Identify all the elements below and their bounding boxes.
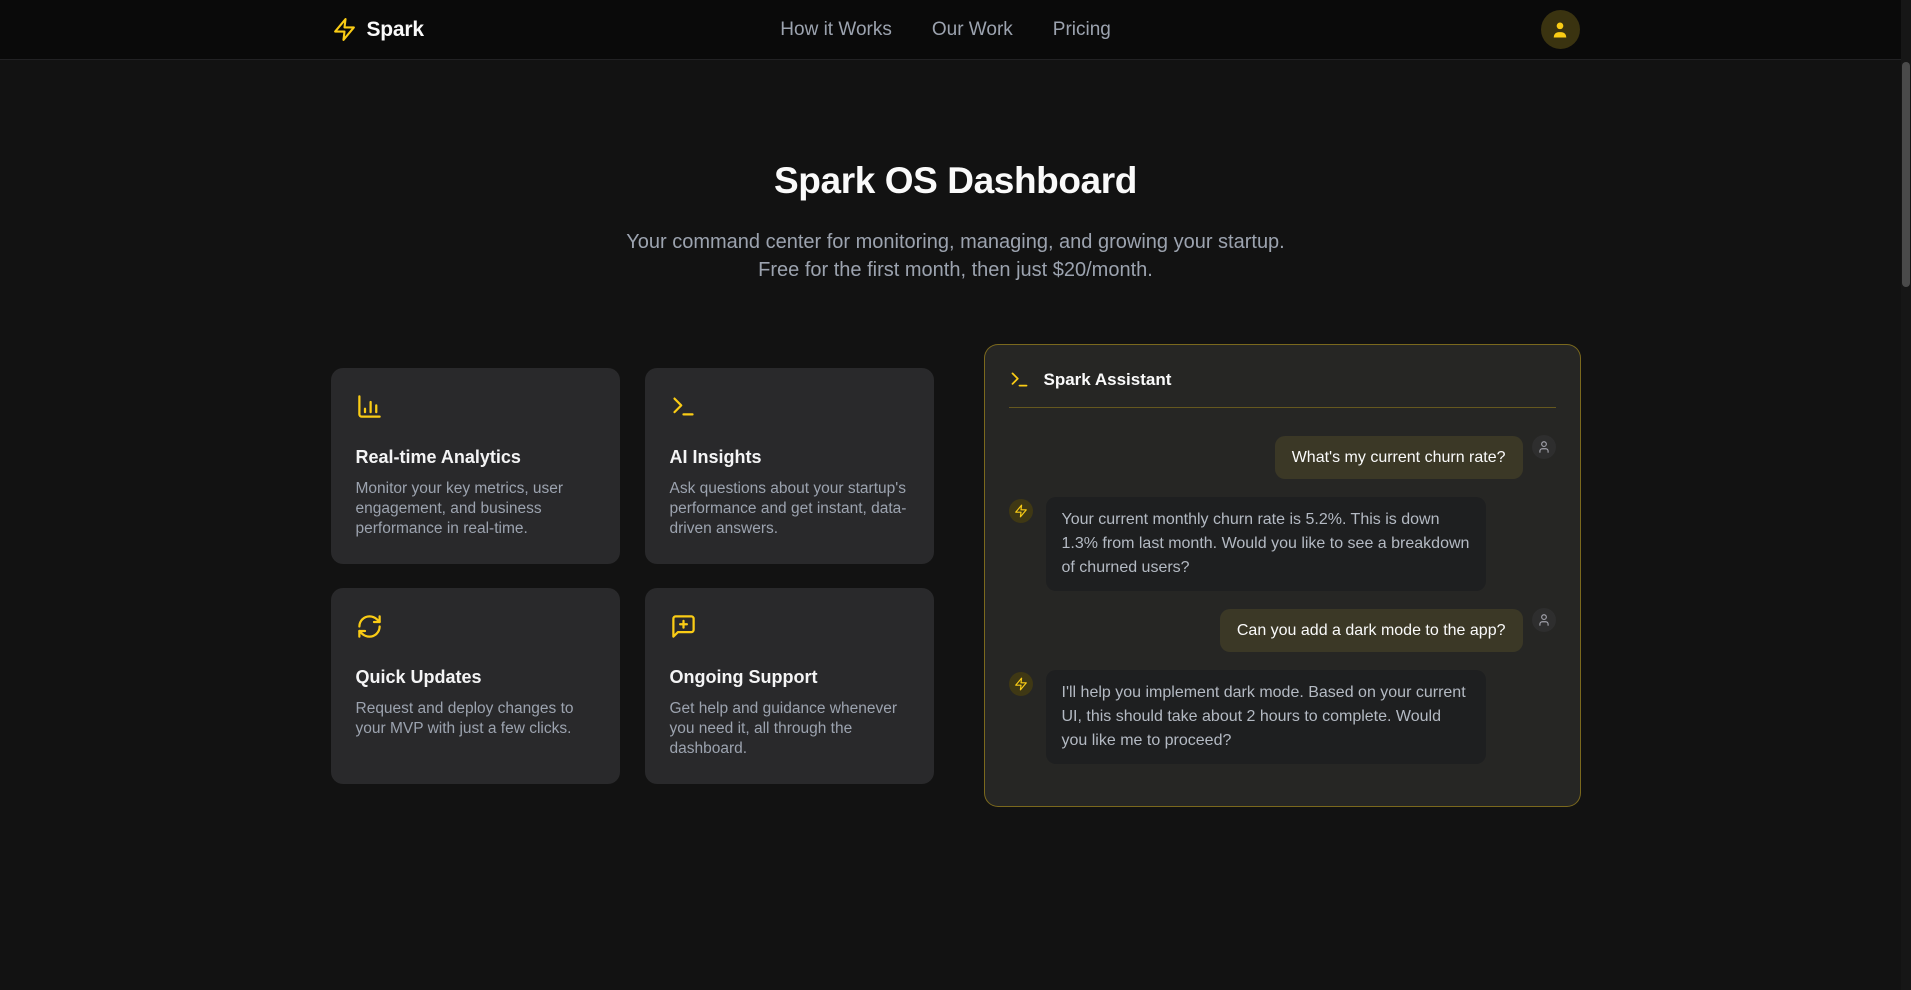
nav-link-pricing[interactable]: Pricing [1053,19,1111,41]
chat-message-user: Can you add a dark mode to the app? [1009,609,1556,652]
feature-card-quick-updates: Quick Updates Request and deploy changes… [331,588,620,784]
feature-title: AI Insights [670,447,909,468]
feature-title: Real-time Analytics [356,447,595,468]
assistant-avatar [1009,672,1033,696]
feature-card-ai-insights: AI Insights Ask questions about your sta… [645,368,934,564]
user-message-bubble: Can you add a dark mode to the app? [1220,609,1523,652]
user-avatar [1532,435,1556,459]
message-square-plus-icon [670,613,697,645]
user-avatar-button[interactable] [1541,10,1580,49]
brand-logo[interactable]: Spark [332,17,424,42]
nav-links: How it Works Our Work Pricing [780,19,1111,41]
user-icon [1537,613,1551,627]
feature-title: Ongoing Support [670,667,909,688]
chat-message-assistant: I'll help you implement dark mode. Based… [1009,670,1556,764]
main-content: Real-time Analytics Monitor your key met… [0,344,1911,807]
zap-icon [1014,504,1028,518]
refresh-icon [356,613,383,645]
bar-chart-icon [356,393,383,425]
assistant-panel-header: Spark Assistant [1009,369,1556,408]
zap-icon [332,17,357,42]
feature-card-analytics: Real-time Analytics Monitor your key met… [331,368,620,564]
assistant-message-bubble: I'll help you implement dark mode. Based… [1046,670,1486,764]
nav-link-how-it-works[interactable]: How it Works [780,19,892,41]
feature-description: Ask questions about your startup's perfo… [670,479,909,539]
assistant-avatar [1009,499,1033,523]
spark-assistant-panel: Spark Assistant What's my current churn … [984,344,1581,807]
user-icon [1550,20,1570,40]
scrollbar [1901,0,1911,990]
user-avatar [1532,608,1556,632]
chat-message-assistant: Your current monthly churn rate is 5.2%.… [1009,497,1556,591]
user-message-bubble: What's my current churn rate? [1275,436,1523,479]
feature-card-support: Ongoing Support Get help and guidance wh… [645,588,934,784]
feature-description: Monitor your key metrics, user engagemen… [356,479,595,539]
terminal-icon [670,393,697,425]
zap-icon [1014,677,1028,691]
feature-grid: Real-time Analytics Monitor your key met… [331,368,934,784]
assistant-message-bubble: Your current monthly churn rate is 5.2%.… [1046,497,1486,591]
page-subtitle: Your command center for monitoring, mana… [616,228,1296,284]
user-icon [1537,440,1551,454]
scrollbar-thumb[interactable] [1902,62,1910,287]
hero-section: Spark OS Dashboard Your command center f… [0,60,1911,284]
feature-description: Get help and guidance whenever you need … [670,699,909,759]
assistant-panel-title: Spark Assistant [1044,370,1172,390]
nav-link-our-work[interactable]: Our Work [932,19,1013,41]
nav-container: Spark How it Works Our Work Pricing [332,0,1580,59]
terminal-icon [1009,369,1030,390]
brand-name: Spark [367,18,424,42]
feature-title: Quick Updates [356,667,595,688]
top-nav: Spark How it Works Our Work Pricing [0,0,1911,60]
page-title: Spark OS Dashboard [0,160,1911,202]
chat-messages: What's my current churn rate? Your curre… [1009,436,1556,764]
feature-description: Request and deploy changes to your MVP w… [356,699,595,739]
chat-message-user: What's my current churn rate? [1009,436,1556,479]
